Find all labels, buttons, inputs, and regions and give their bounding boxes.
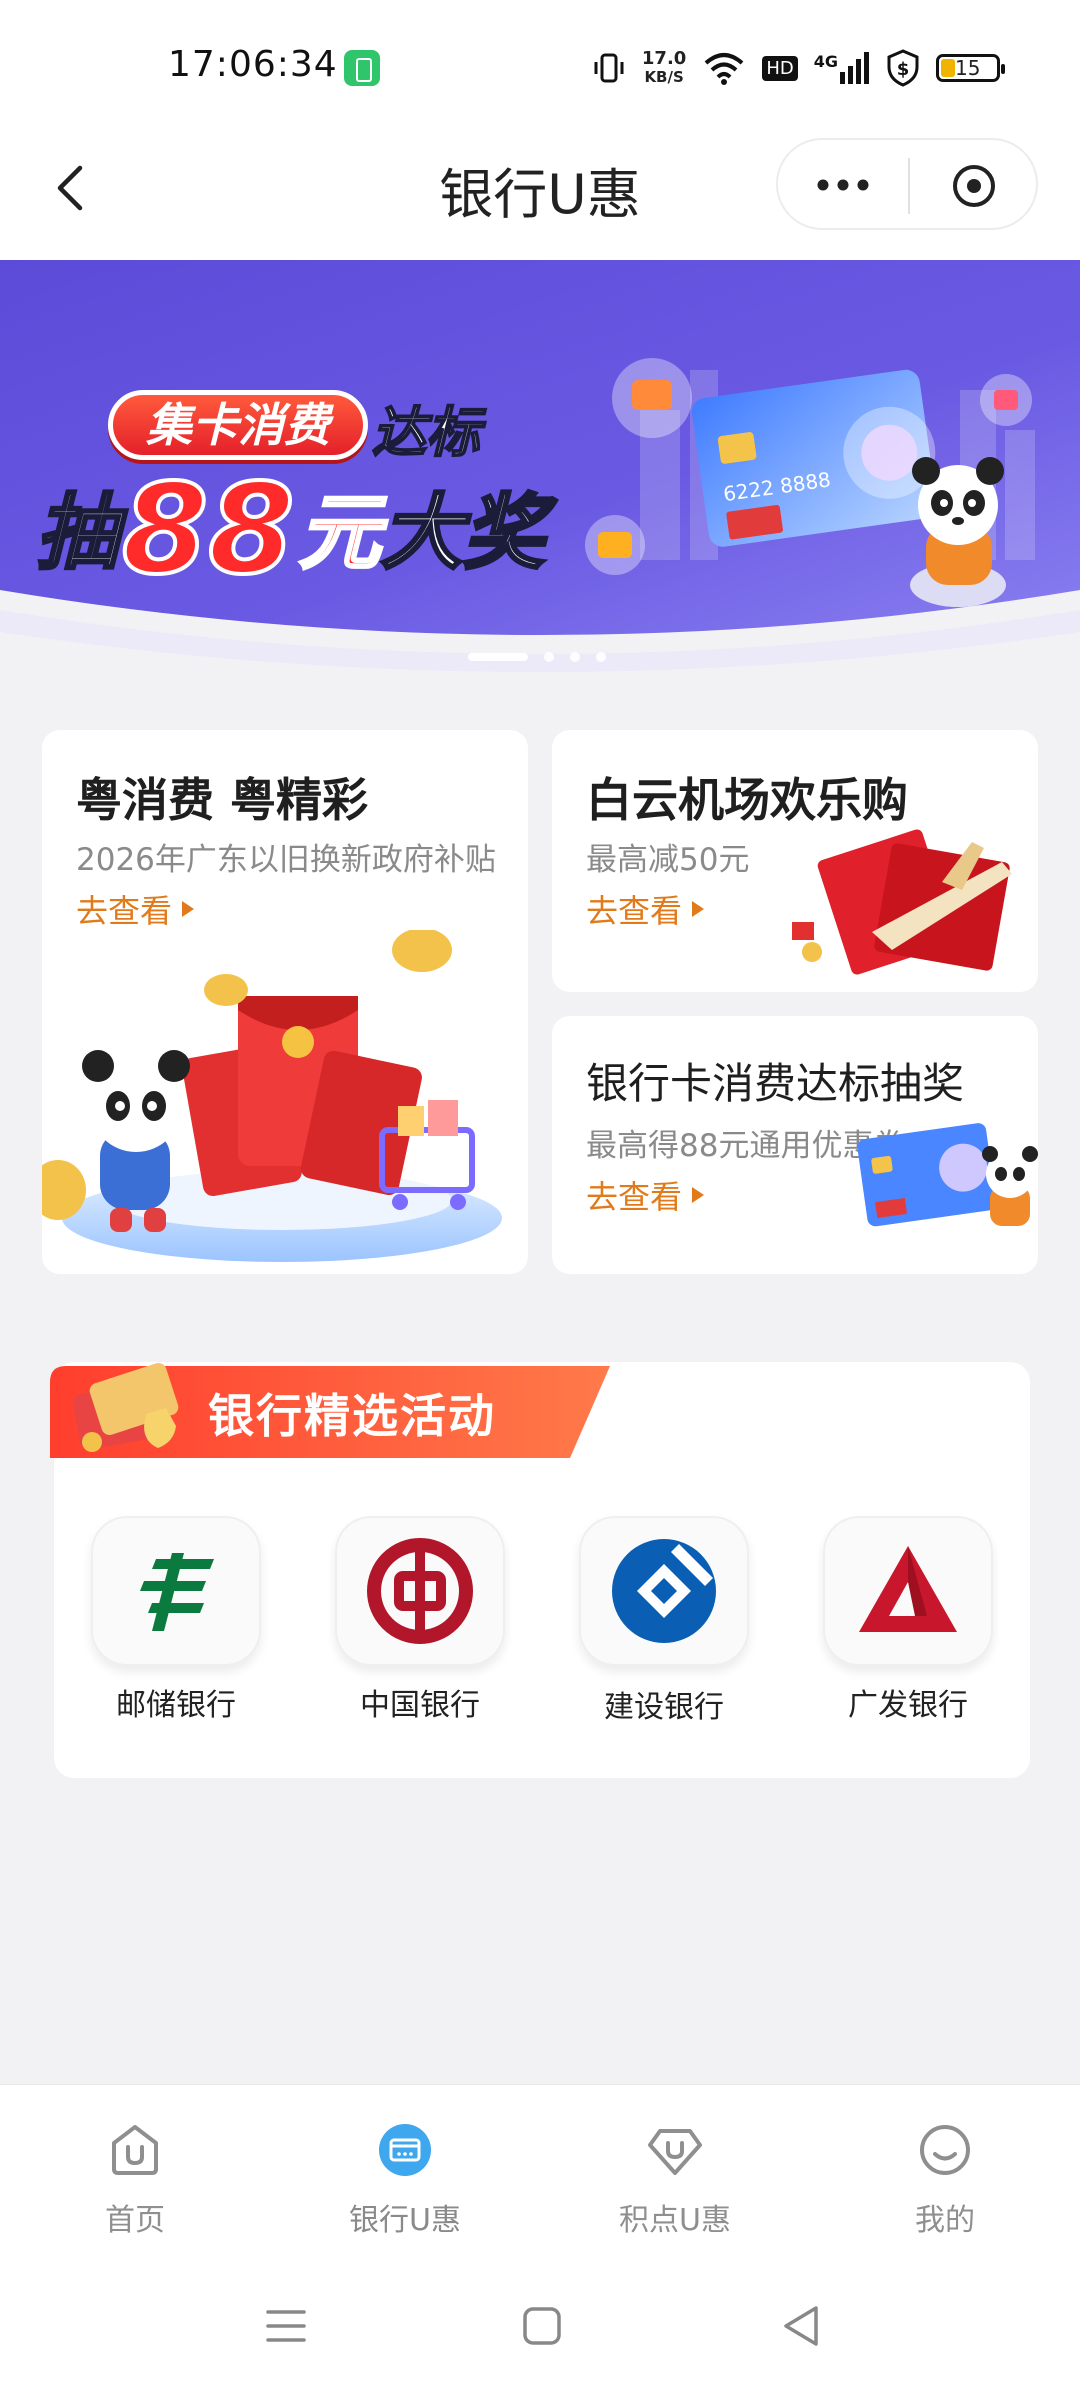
card-subtitle: 2026年广东以旧换新政府补贴 (76, 842, 496, 878)
vibrate-icon (594, 53, 624, 83)
home-square-icon[interactable] (514, 2298, 570, 2354)
promo-card-baiyun-airport[interactable]: 白云机场欢乐购 最高减50元 去查看 (552, 730, 1038, 992)
cgb-logo-icon (859, 1546, 957, 1632)
tab-mine[interactable]: 我的 (810, 2085, 1080, 2254)
banner-tag: 集卡消费 (108, 390, 368, 460)
bottom-tabbar: 首页 银行U惠 积点U惠 我的 (0, 2084, 1080, 2254)
bank-logo-box (823, 1516, 993, 1666)
wifi-icon (705, 53, 744, 85)
ccb-logo-icon (612, 1539, 716, 1643)
banner-headline: 抽 88 元 大奖 (35, 458, 547, 602)
card-link-label: 去查看 (76, 892, 173, 930)
signal-bars-icon (840, 52, 869, 84)
cellular-signal: 4G (814, 52, 870, 84)
battery-saver-app-icon (344, 50, 380, 86)
banner-headline-prefix: 抽 (35, 485, 120, 583)
status-bar: 17:06:34 17.0 KB/S HD 4G $ 15 (0, 0, 1080, 130)
close-circle-icon[interactable] (950, 162, 998, 210)
triangle-right-icon (182, 901, 195, 917)
bank-selected-activities: 银行精选活动 邮储银行 中国银行 建设银行 广发银行 (50, 1362, 1030, 1778)
card-view-link[interactable]: 去查看 (586, 1172, 705, 1218)
tab-home[interactable]: 首页 (0, 2085, 270, 2254)
tab-bank-u-hui[interactable]: 银行U惠 (270, 2085, 540, 2254)
card-subtitle: 最高减50元 (586, 842, 750, 878)
home-u-icon (112, 2125, 158, 2175)
card-title: 粤消费 粤精彩 (76, 773, 369, 827)
bank-name: 广发银行 (848, 1688, 968, 1723)
tab-label: 积点U惠 (619, 2203, 731, 2238)
shield-dollar-icon: $ (887, 49, 919, 87)
menu-lines-icon[interactable] (258, 2298, 314, 2354)
bank-item-boc[interactable]: 中国银行 (298, 1516, 542, 1726)
more-dots-icon[interactable] (808, 162, 878, 208)
bank-item-psbc[interactable]: 邮储银行 (54, 1516, 298, 1726)
section-title: 银行精选活动 (208, 1389, 496, 1443)
red-envelope-panda-illustration (42, 930, 502, 1262)
hd-badge: HD (762, 55, 798, 81)
plane-ticket-illustration (792, 829, 1012, 975)
card-link-label: 去查看 (586, 1178, 683, 1216)
navbar: 银行U惠 (0, 130, 1080, 260)
card-link-label: 去查看 (586, 892, 683, 930)
triangle-right-icon (692, 901, 705, 917)
bank-logo-box (91, 1516, 261, 1666)
promo-card-guangdong-consumption[interactable]: 粤消费 粤精彩 2026年广东以旧换新政府补贴 去查看 (42, 730, 528, 1274)
tab-points-u-hui[interactable]: 积点U惠 (540, 2085, 810, 2254)
status-time: 17:06:34 (168, 44, 338, 85)
battery-indicator: 15 (936, 54, 1005, 82)
bank-card-icon (379, 2124, 431, 2176)
back-triangle-icon[interactable] (774, 2298, 830, 2354)
bank-name: 中国银行 (360, 1688, 480, 1723)
miniapp-capsule (776, 138, 1038, 230)
capsule-divider (908, 158, 910, 214)
card-view-link[interactable]: 去查看 (586, 886, 705, 932)
banner-headline-unit: 元 (297, 485, 382, 583)
carousel-indicator (468, 652, 606, 662)
carousel-dot[interactable] (544, 652, 554, 662)
banner-headline-number: 88 (120, 458, 297, 602)
bank-name: 建设银行 (604, 1690, 724, 1725)
carousel-dot[interactable] (596, 652, 606, 662)
status-indicators: 17.0 KB/S HD 4G $ 15 (592, 46, 1005, 90)
promo-card-bank-spending-draw[interactable]: 银行卡消费达标抽奖 最高得88元通用优惠券 去查看 (552, 1016, 1038, 1274)
banner-tag-suffix: 达标 (371, 400, 481, 465)
boc-logo-icon (367, 1538, 473, 1644)
bank-card-panda-illustration (857, 1123, 1038, 1227)
carousel-dot[interactable] (570, 652, 580, 662)
bank-item-cgb[interactable]: 广发银行 (786, 1516, 1030, 1726)
banner-headline-suffix: 大奖 (379, 485, 546, 583)
bank-logo-box (335, 1516, 505, 1666)
bank-name: 邮储银行 (116, 1688, 236, 1723)
net-speed-value: 17.0 (641, 48, 687, 69)
psbc-logo-icon (140, 1553, 214, 1631)
net-speed-unit: KB/S (644, 68, 684, 86)
svg-text:$: $ (897, 59, 910, 80)
network-type: 4G (813, 52, 838, 71)
bank-item-ccb[interactable]: 建设银行 (542, 1516, 786, 1726)
battery-level: 15 (955, 56, 981, 80)
tab-label: 银行U惠 (349, 2203, 461, 2238)
promo-banner-carousel[interactable]: 6222 8888 集卡消费 达标 抽 88 元 大奖 (0, 260, 1080, 692)
carousel-dot-active[interactable] (468, 653, 528, 661)
triangle-right-icon (692, 1187, 705, 1203)
bank-logo-box (579, 1516, 749, 1666)
tab-label: 我的 (915, 2203, 975, 2238)
system-navigation-bar (0, 2254, 1080, 2400)
card-view-link[interactable]: 去查看 (76, 886, 195, 932)
tab-label: 首页 (105, 2203, 165, 2238)
points-gem-icon (648, 2129, 702, 2175)
net-speed: 17.0 KB/S (641, 48, 687, 87)
card-title: 银行卡消费达标抽奖 (586, 1059, 965, 1108)
smiley-icon (920, 2125, 970, 2175)
bank-list: 邮储银行 中国银行 建设银行 广发银行 (54, 1516, 1030, 1726)
